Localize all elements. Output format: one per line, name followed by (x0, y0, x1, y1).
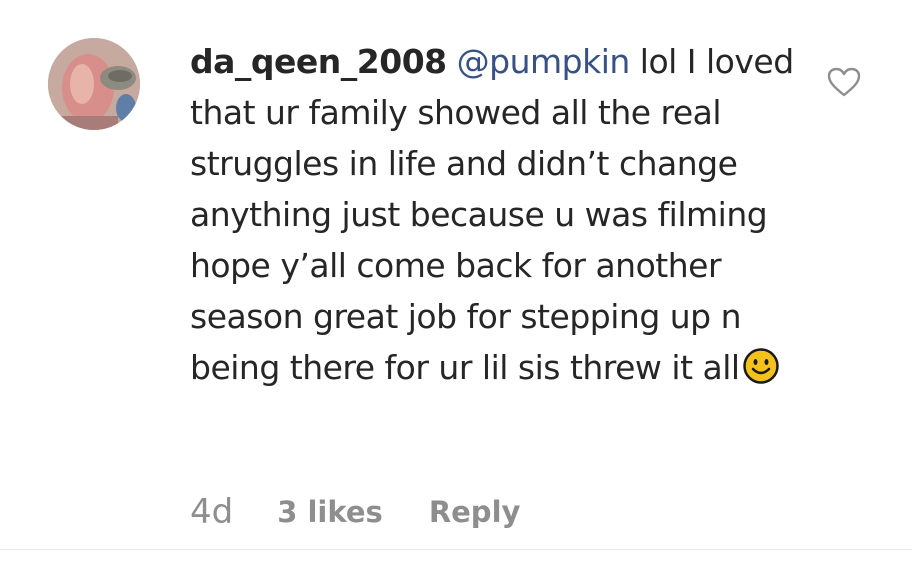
likes-count-button[interactable]: 3 likes (277, 495, 383, 529)
comment-username[interactable]: da_qeen_2008 (190, 42, 447, 81)
comment-panel: da_qeen_2008 @pumpkin lol I loved that u… (0, 0, 912, 570)
avatar[interactable] (48, 38, 140, 130)
comment-text: da_qeen_2008 @pumpkin lol I loved that u… (190, 36, 810, 399)
heart-outline-icon[interactable] (826, 66, 862, 98)
smiling-face-icon (742, 347, 780, 399)
avatar-photo (48, 38, 140, 130)
comment-mention[interactable]: @pumpkin (457, 42, 631, 81)
reply-button[interactable]: Reply (429, 495, 521, 529)
comment-timestamp: 4d (190, 492, 234, 532)
divider (0, 549, 912, 550)
comment-message: lol I loved that ur family showed all th… (190, 42, 794, 387)
comment-meta: 4d 3 likes Reply (190, 488, 520, 536)
